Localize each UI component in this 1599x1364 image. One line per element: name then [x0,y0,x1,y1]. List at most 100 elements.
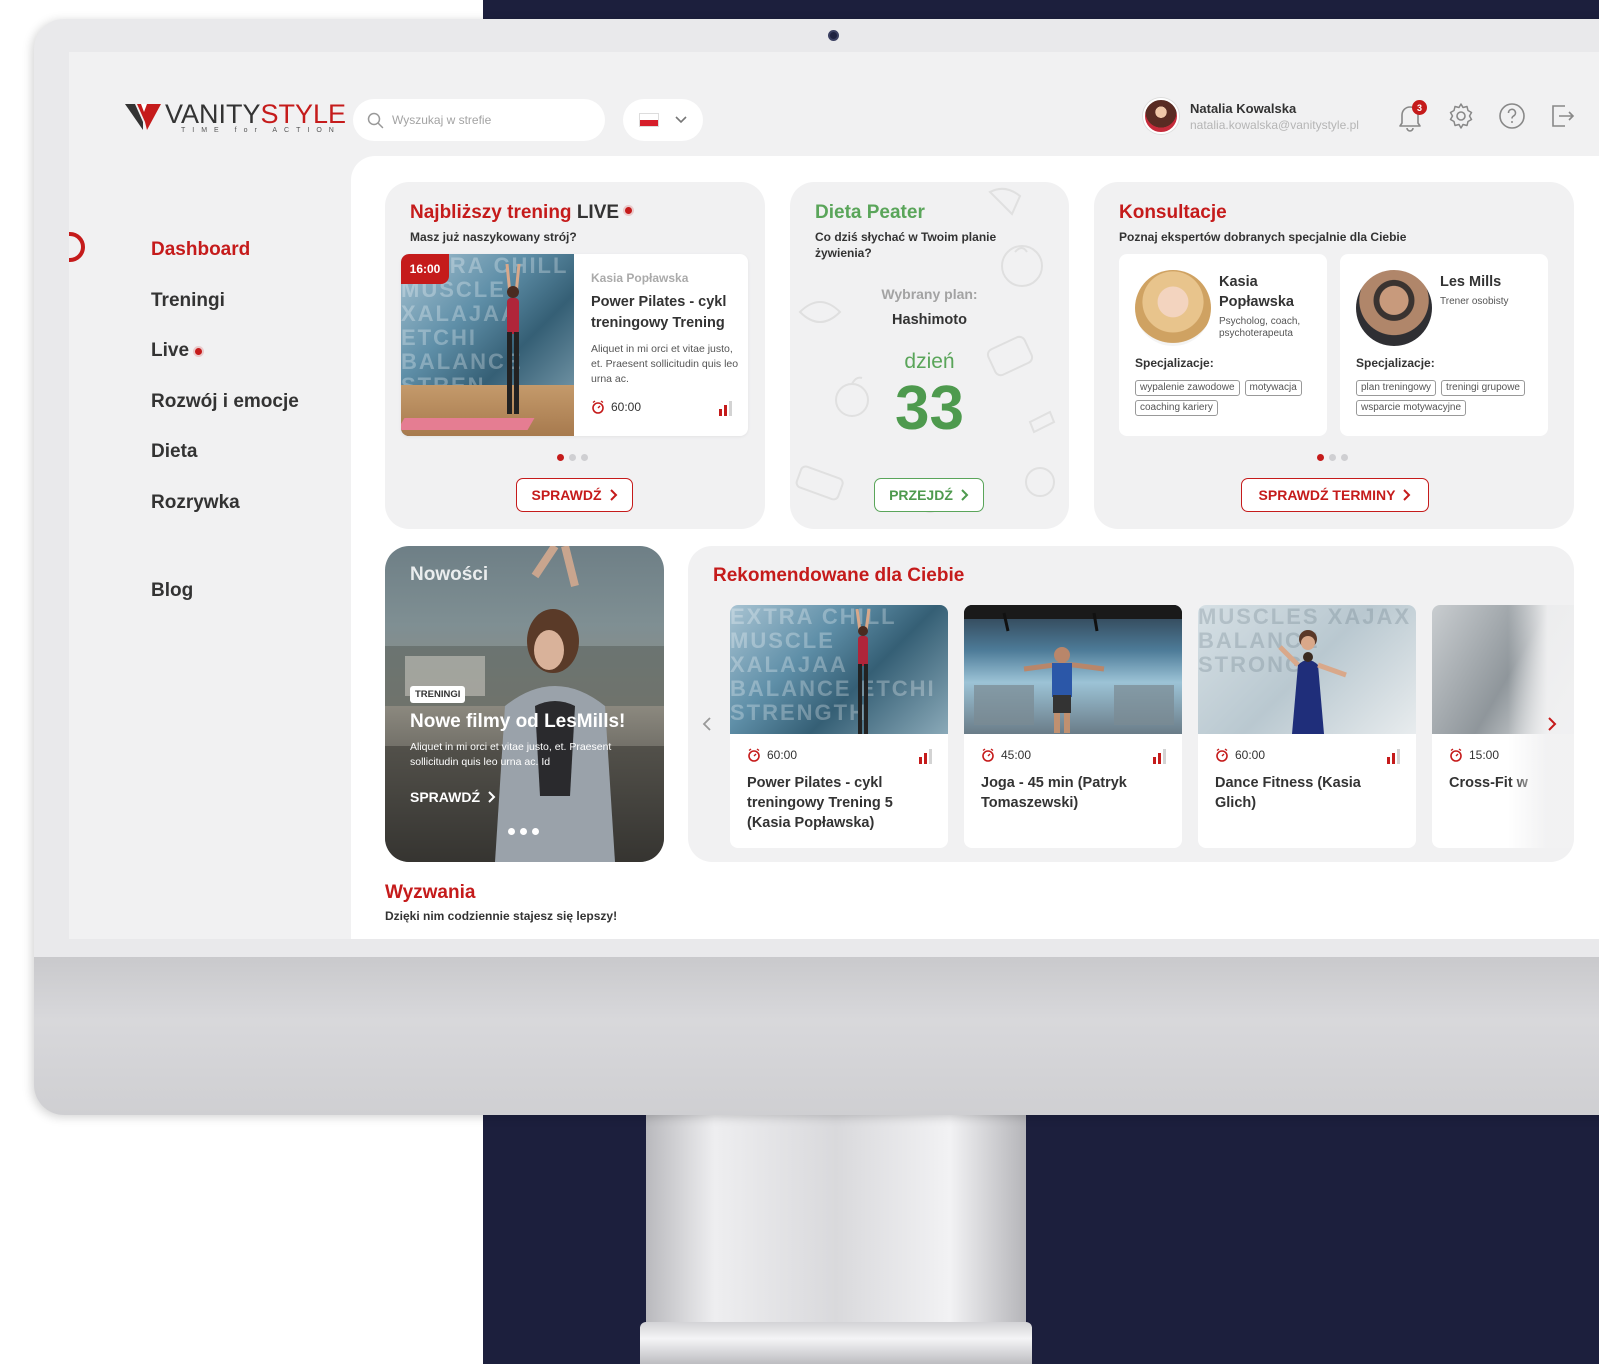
chevron-right-icon [609,489,617,501]
news-badge: TRENINGI [410,686,466,703]
tag[interactable]: plan treningowy [1356,380,1437,396]
live-duration: 60:00 [591,400,641,414]
monitor-chin [34,957,1599,1115]
challenges-title: Wyzwania [385,882,476,903]
recommended-section: Rekomendowane dla Ciebie EXTRA CHILL MUS… [688,546,1574,862]
training-photo [964,605,1182,734]
consult-carousel-dots[interactable] [1317,454,1348,461]
diet-go-button[interactable]: PRZEJDŹ [874,478,984,512]
camera-icon [828,30,839,41]
expert-role: Trener osobisty [1440,296,1509,307]
logo-wordmark: VANITYSTYLE [165,99,347,129]
tag[interactable]: treningi grupowe [1441,380,1525,396]
app-screen: VANITYSTYLE TIME for ACTION Natalia Kowa… [69,52,1599,939]
difficulty-icon [919,749,932,764]
settings-button[interactable] [1447,102,1477,132]
stopwatch-icon [748,748,760,762]
live-check-button[interactable]: SPRAWDŹ [516,478,633,512]
expert-photo [1135,270,1211,346]
news-title: Nowości [410,564,489,585]
tag[interactable]: wypalenie zawodowe [1135,380,1240,396]
diet-plan-label: Wybrany plan: [881,286,978,302]
live-card-title: Najbliższy trening LIVE [410,202,633,224]
training-photo: MUSCLES XAJAX BALANCE STRONG [1198,605,1416,734]
chevron-left-icon [702,717,711,731]
search-box[interactable] [353,99,605,141]
tag[interactable]: coaching kariery [1135,400,1218,416]
chevron-down-icon [675,116,687,124]
gear-icon [1449,103,1473,129]
expert-card[interactable]: Les Mills Trener osobisty Specjalizacje:… [1340,254,1548,436]
help-icon [1499,103,1525,129]
sidebar-item-rozwoj[interactable]: Rozwój i emocje [151,390,299,441]
stopwatch-icon [1450,748,1462,762]
news-carousel-dots[interactable] [508,828,539,835]
expert-role: Psycholog, coach, psychoterapeuta [1219,316,1301,339]
tag[interactable]: motywacja [1244,380,1302,396]
item-duration: 60:00 [747,748,797,762]
sidebar-item-rozrywka[interactable]: Rozrywka [151,491,299,542]
consult-card-subtitle: Poznaj ekspertów dobranych specjalnie dl… [1119,230,1407,244]
search-icon [367,112,384,128]
live-author: Kasia Popławska [591,271,689,285]
live-training-item[interactable]: EXTRA CHILL MUSCLE XALAJAA ETCHI BALANCE… [401,254,748,436]
sidebar-item-treningi[interactable]: Treningi [151,289,299,340]
diet-day-value: 33 [895,374,964,443]
pl-flag-icon [639,113,659,127]
training-photo: EXTRA CHILL MUSCLE XALAJAA BALANCE ETCHI… [730,605,948,734]
live-time-tag: 16:00 [401,254,449,284]
item-title: Dance Fitness (Kasia Glich) [1215,775,1361,811]
sidebar-nav: Dashboard Treningi Live Rozwój i emocje … [151,238,299,630]
item-duration: 15:00 [1449,748,1499,762]
chevron-right-icon [1403,489,1411,501]
recommended-item[interactable]: EXTRA CHILL MUSCLE XALAJAA BALANCE ETCHI… [730,605,948,848]
diet-day-label: dzień [904,350,955,373]
stopwatch-icon [982,748,994,762]
consult-terms-button[interactable]: SPRAWDŹ TERMINY [1241,478,1429,512]
live-dot-icon [195,348,203,355]
chevron-right-icon [1548,717,1557,731]
live-dot-icon [625,207,633,214]
consult-card-title: Konsultacje [1119,202,1227,223]
logout-button[interactable] [1548,102,1578,132]
sidebar-item-dieta[interactable]: Dieta [151,440,299,491]
carousel-prev-button[interactable] [702,714,711,737]
chevron-right-icon [488,791,496,803]
sidebar-item-live[interactable]: Live [151,339,299,390]
stopwatch-icon [1216,748,1228,762]
sidebar-item-blog[interactable]: Blog [151,579,299,630]
live-carousel-dots[interactable] [557,454,588,461]
expert-card[interactable]: Kasia Popławska Psycholog, coach, psycho… [1119,254,1327,436]
item-duration: 45:00 [981,748,1031,762]
difficulty-icon [1153,749,1166,764]
consultations-card: Konsultacje Poznaj ekspertów dobranych s… [1094,182,1574,529]
news-check-link[interactable]: SPRAWDŹ [410,789,496,805]
user-profile[interactable]: Natalia Kowalska natalia.kowalska@vanity… [1143,98,1359,134]
logo[interactable]: VANITYSTYLE TIME for ACTION [125,100,346,140]
logout-icon [1552,105,1575,127]
language-select[interactable] [623,99,703,141]
search-input[interactable] [392,113,582,127]
expert-spec-label: Specjalizacje: [1135,356,1214,370]
monitor: VANITYSTYLE TIME for ACTION Natalia Kowa… [34,19,1599,1115]
carousel-fade [1508,596,1574,862]
tag[interactable]: wsparcie motywacyjne [1356,400,1467,416]
carousel-next-button[interactable] [1548,714,1557,737]
sidebar-item-dashboard[interactable]: Dashboard [151,238,299,289]
user-name: Natalia Kowalska [1190,100,1297,116]
diet-card: Dieta Peater Co dziś słychać w Twoim pla… [790,182,1069,529]
live-description: Aliquet in mi orci et vitae justo, et. P… [591,343,739,385]
item-duration: 60:00 [1215,748,1265,762]
diet-card-title: Dieta Peater [815,202,925,223]
news-photo [385,546,664,862]
news-card[interactable]: Nowości TRENINGI Nowe filmy od LesMills!… [385,546,664,862]
live-training-card: Najbliższy trening LIVE Masz już naszyko… [385,182,765,529]
difficulty-icon [719,401,732,416]
help-button[interactable] [1498,102,1528,132]
recommended-item[interactable]: 45:00 Joga - 45 min (Patryk Tomaszewski) [964,605,1182,848]
monitor-stand [646,1110,1026,1330]
news-headline: Nowe filmy od LesMills! [410,711,626,732]
notifications-button[interactable]: 3 [1396,100,1427,132]
recommended-item[interactable]: MUSCLES XAJAX BALANCE STRONG 60:00 Dance… [1198,605,1416,848]
challenges-subtitle: Dzięki nim codziennie stajesz się lepszy… [385,909,618,923]
